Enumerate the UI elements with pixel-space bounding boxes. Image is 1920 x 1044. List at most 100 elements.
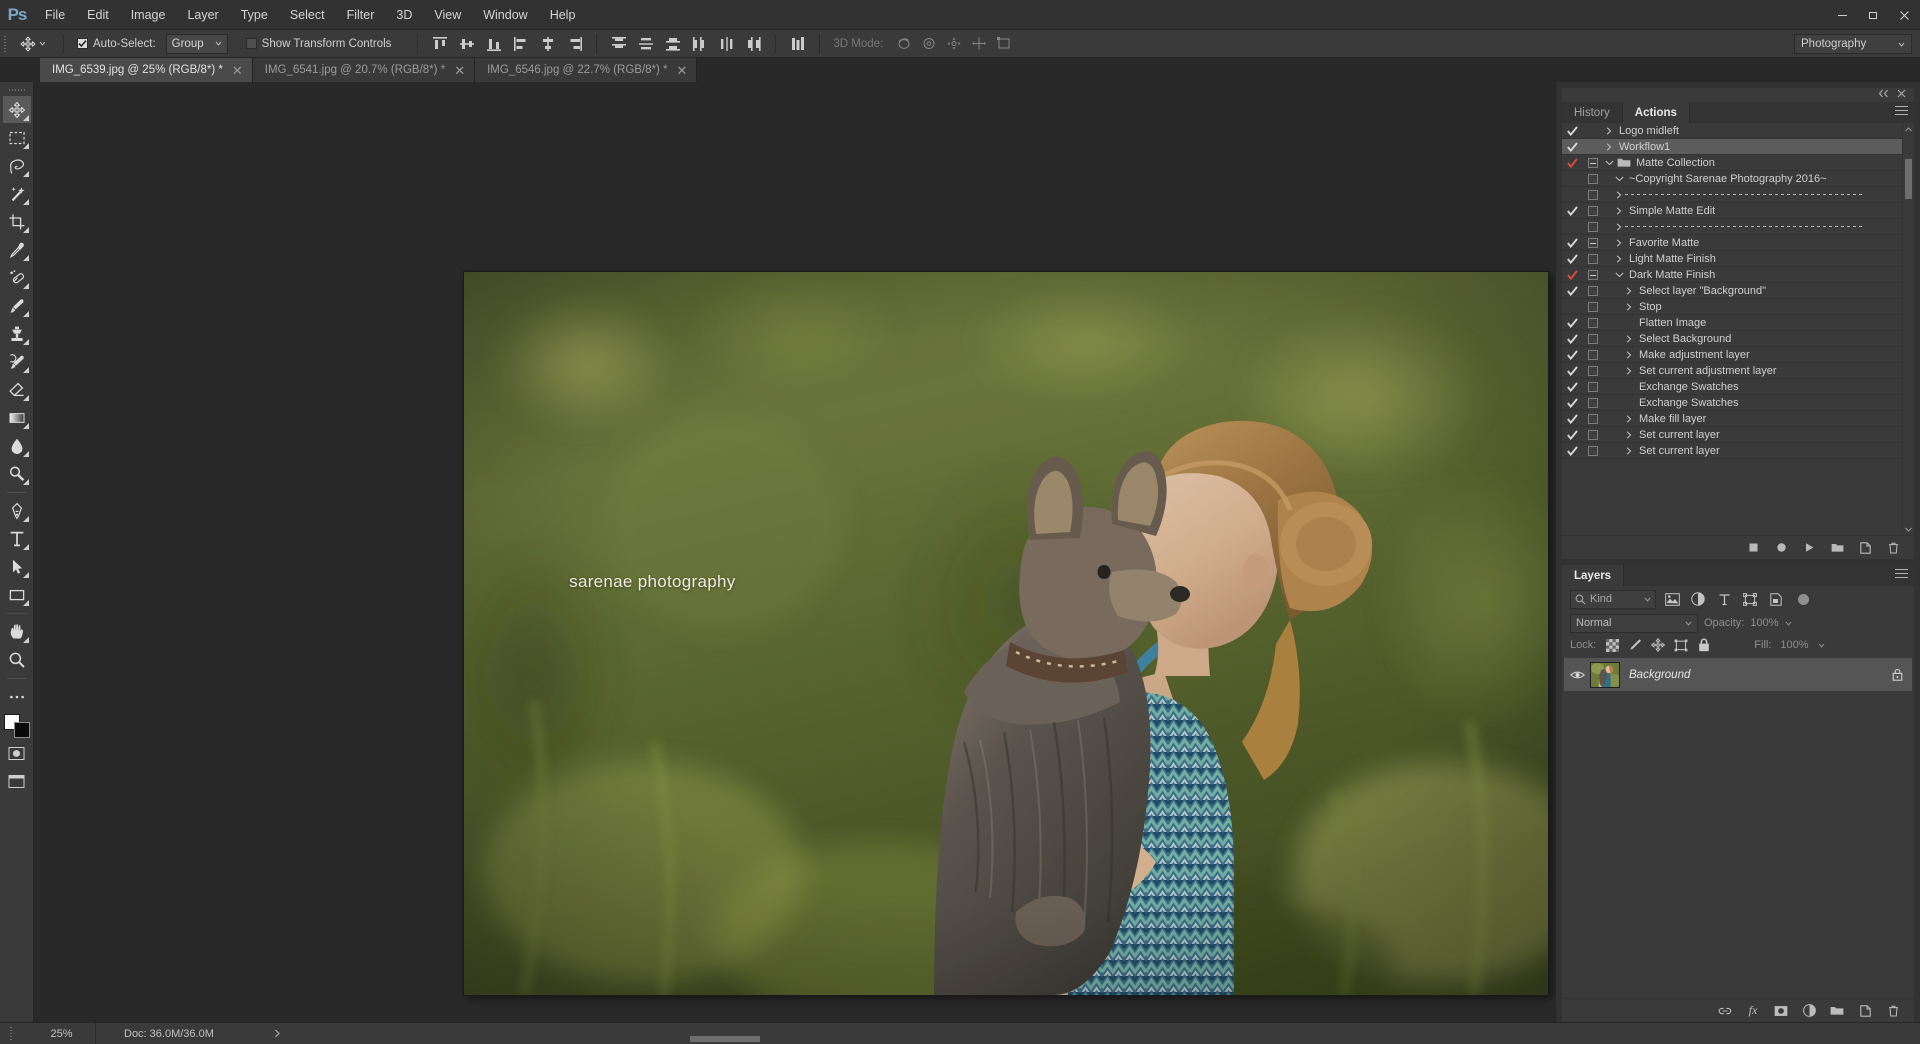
action-dialog-toggle[interactable] (1582, 285, 1603, 296)
action-row[interactable]: Flatten Image (1562, 315, 1902, 331)
lasso-tool[interactable] (3, 152, 31, 179)
tool-preset-picker[interactable] (12, 31, 54, 57)
document-tab[interactable]: IMG_6546.jpg @ 22.7% (RGB/8*) * ✕ (475, 58, 698, 82)
action-row[interactable]: Workflow1 (1562, 139, 1902, 155)
close-panel-button[interactable] (1897, 89, 1906, 101)
action-row[interactable]: Stop (1562, 299, 1902, 315)
panel-menu-icon[interactable] (1895, 569, 1908, 581)
panel-tab-history[interactable]: History (1562, 102, 1623, 123)
align-bottom-edges-button[interactable] (481, 32, 506, 56)
action-row[interactable]: Set current adjustment layer (1562, 363, 1902, 379)
action-toggle-checkbox[interactable] (1562, 285, 1582, 296)
action-row[interactable]: Light Matte Finish (1562, 251, 1902, 267)
action-dialog-toggle[interactable] (1582, 445, 1603, 456)
close-icon[interactable]: ✕ (677, 64, 688, 77)
menu-item-window[interactable]: Window (472, 0, 538, 30)
distribute-vertical-centers-button[interactable] (633, 32, 658, 56)
action-dialog-toggle[interactable] (1582, 189, 1603, 200)
lock-position-icon[interactable] (1651, 638, 1666, 652)
action-dialog-toggle[interactable] (1582, 301, 1603, 312)
begin-recording-button[interactable] (1774, 540, 1788, 556)
action-row[interactable]: Dark Matte Finish (1562, 267, 1902, 283)
stop-playing-recording-button[interactable] (1746, 540, 1760, 556)
pen-tool[interactable] (3, 497, 31, 524)
blend-mode-dropdown[interactable]: Normal (1570, 613, 1698, 633)
distribute-top-edges-button[interactable] (606, 32, 631, 56)
action-toggle-checkbox[interactable] (1562, 365, 1582, 376)
chevron-down-icon[interactable] (1818, 642, 1825, 649)
action-row[interactable]: Select Background (1562, 331, 1902, 347)
chevron-right-icon[interactable] (1603, 142, 1615, 151)
action-toggle-checkbox[interactable] (1562, 397, 1582, 408)
action-row[interactable]: Make fill layer (1562, 411, 1902, 427)
document-tab[interactable]: IMG_6541.jpg @ 20.7% (RGB/8*) * ✕ (252, 58, 476, 82)
history-brush-tool[interactable] (3, 348, 31, 375)
options-bar-grip[interactable] (0, 30, 10, 58)
dodge-tool[interactable] (3, 460, 31, 487)
filter-smart-objects-icon[interactable] (1766, 590, 1786, 609)
menu-item-3d[interactable]: 3D (385, 0, 423, 30)
spot-healing-brush-tool[interactable] (3, 264, 31, 291)
distribute-right-edges-button[interactable] (741, 32, 766, 56)
action-toggle-checkbox[interactable] (1562, 413, 1582, 424)
action-row[interactable] (1562, 219, 1902, 235)
action-row[interactable] (1562, 187, 1902, 203)
distribute-left-edges-button[interactable] (687, 32, 712, 56)
action-toggle-checkbox[interactable] (1562, 445, 1582, 456)
quick-mask-mode-button[interactable] (3, 740, 31, 767)
minimize-button[interactable] (1827, 0, 1858, 30)
action-dialog-toggle[interactable] (1582, 381, 1603, 392)
chevron-right-icon[interactable] (1623, 302, 1635, 311)
align-vertical-centers-button[interactable] (454, 32, 479, 56)
layer-lock-indicator[interactable] (1882, 668, 1912, 681)
restore-button[interactable] (1858, 0, 1889, 30)
action-dialog-toggle[interactable] (1582, 237, 1603, 248)
layer-name[interactable]: Background (1629, 669, 1882, 681)
opacity-value[interactable]: 100% (1750, 617, 1778, 629)
type-tool[interactable] (3, 525, 31, 552)
layer-visibility-toggle[interactable] (1564, 670, 1590, 680)
lock-artboard-nesting-icon[interactable] (1674, 638, 1688, 652)
action-dialog-toggle[interactable] (1582, 253, 1603, 264)
align-horizontal-centers-button[interactable] (535, 32, 560, 56)
chevron-right-icon[interactable] (1613, 254, 1625, 263)
horizontal-scrollbar-thumb[interactable] (690, 1036, 760, 1042)
chevron-right-icon[interactable] (274, 1029, 281, 1038)
screen-mode-button[interactable] (3, 768, 31, 795)
path-selection-tool[interactable] (3, 553, 31, 580)
filter-type-layers-icon[interactable] (1714, 590, 1734, 609)
3d-scale-icon[interactable] (991, 32, 1016, 56)
document-info[interactable]: Doc: 36.0M/36.0M (96, 1028, 281, 1040)
close-icon[interactable]: ✕ (232, 64, 243, 77)
chevron-right-icon[interactable] (1613, 206, 1625, 215)
action-dialog-toggle[interactable] (1582, 205, 1603, 216)
align-top-edges-button[interactable] (427, 32, 452, 56)
chevron-down-icon[interactable] (1613, 272, 1625, 278)
auto-select-scope-dropdown[interactable]: Group (165, 33, 228, 54)
action-toggle-checkbox[interactable] (1562, 317, 1582, 328)
menu-item-file[interactable]: File (34, 0, 76, 30)
panel-tab-layers[interactable]: Layers (1562, 565, 1625, 586)
menu-item-view[interactable]: View (423, 0, 472, 30)
add-layer-mask-button[interactable] (1774, 1003, 1788, 1019)
chevron-down-icon[interactable] (1785, 620, 1792, 627)
gradient-tool[interactable] (3, 404, 31, 431)
close-icon[interactable]: ✕ (454, 64, 465, 77)
zoom-level[interactable]: 25% (18, 1022, 96, 1044)
chevron-right-icon[interactable] (1613, 222, 1625, 231)
create-new-set-button[interactable] (1830, 540, 1844, 556)
rectangle-tool[interactable] (3, 581, 31, 608)
lock-transparent-pixels-icon[interactable] (1605, 638, 1619, 652)
action-toggle-checkbox[interactable] (1562, 269, 1582, 280)
menu-item-select[interactable]: Select (279, 0, 336, 30)
action-toggle-checkbox[interactable] (1562, 429, 1582, 440)
action-row[interactable]: Exchange Swatches (1562, 395, 1902, 411)
action-dialog-toggle[interactable] (1582, 349, 1603, 360)
chevron-right-icon[interactable] (1623, 334, 1635, 343)
action-row[interactable]: Logo midleft (1562, 123, 1902, 139)
play-selection-button[interactable] (1802, 540, 1816, 556)
action-row[interactable]: Set current layer (1562, 443, 1902, 459)
new-fill-or-adjustment-layer-button[interactable] (1802, 1003, 1816, 1019)
link-layers-button[interactable] (1718, 1003, 1732, 1019)
blur-tool[interactable] (3, 432, 31, 459)
